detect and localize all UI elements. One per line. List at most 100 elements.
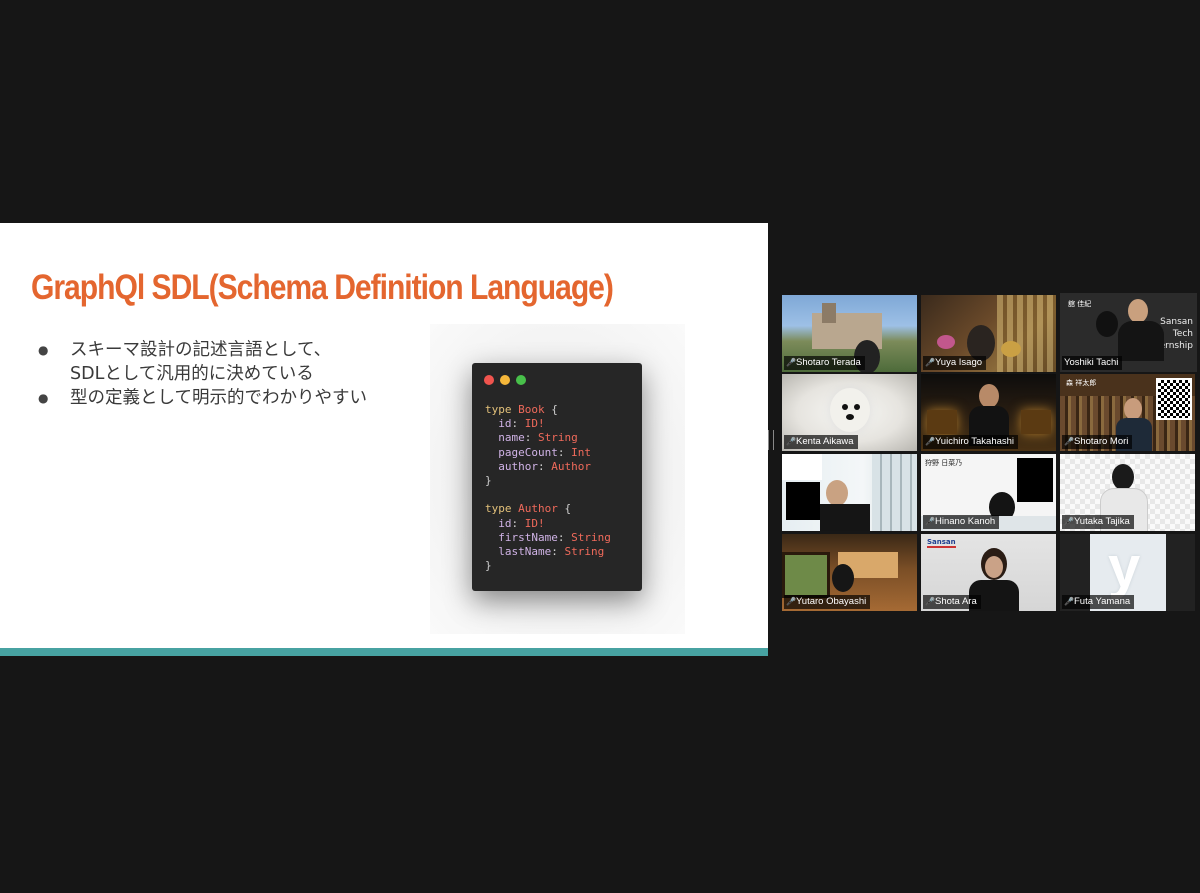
mic-muted-icon: 🎤 xyxy=(925,358,935,367)
slide-title: GraphQl SDL(Schema Definition Language) xyxy=(31,268,614,307)
participant-name-tag: 🎤 Hinano Kanoh xyxy=(923,515,1000,529)
code-window: type Book { id: ID! name: String pageCou… xyxy=(472,363,642,591)
code-token: Int xyxy=(571,445,591,459)
participant-name: Shotaro Mori xyxy=(1074,436,1129,447)
video-tile-active-speaker[interactable]: 舘 佳紀 Sansan Tech ernship Yoshiki Tachi xyxy=(1060,293,1197,372)
participant-name-tag: 🎤 Yutaka Tajika xyxy=(1062,515,1134,529)
graphql-code-block: type Book { id: ID! name: String pageCou… xyxy=(485,403,611,573)
mic-muted-icon: 🎤 xyxy=(1064,437,1074,446)
participant-name: Futa Yamana xyxy=(1074,596,1131,607)
code-token: pageCount xyxy=(498,445,558,459)
panel-resize-handle[interactable] xyxy=(768,430,774,450)
code-token: ID! xyxy=(524,417,545,431)
code-token: String xyxy=(564,545,605,559)
participant-name-tag: 🎤 Shotaro Terada xyxy=(784,356,865,370)
participant-name-tag: 🎤 Kenta Aikawa xyxy=(784,435,858,449)
participant-name: Yutaka Tajika xyxy=(1074,516,1130,527)
participant-name: Yuichiro Takahashi xyxy=(935,436,1015,447)
participant-name: Yoshiki Tachi xyxy=(1064,357,1119,368)
code-token: id xyxy=(498,516,512,530)
video-tile[interactable]: 🎤 Yutaro Obayashi xyxy=(782,534,917,611)
video-tile[interactable]: y 🎤 Futa Yamana xyxy=(1060,534,1195,611)
video-feed xyxy=(782,454,917,531)
video-tile[interactable]: 🎤 Yutaka Tajika xyxy=(1060,454,1195,531)
code-token: Author xyxy=(518,502,558,516)
virtual-bg-text: 狩野 日菜乃 xyxy=(925,459,963,467)
video-tile[interactable]: 🎤 Yuya Isago xyxy=(921,295,1056,372)
virtual-bg-text: Tech xyxy=(1172,329,1193,339)
code-token: Book xyxy=(518,403,545,416)
mic-muted-icon: 🎤 xyxy=(1064,597,1074,606)
code-token: : xyxy=(551,545,565,559)
minimize-dot-icon xyxy=(500,375,510,385)
code-token: : xyxy=(538,459,552,473)
video-tile[interactable]: Sansan 🎤 Shota Ara xyxy=(921,534,1056,611)
participant-name-tag: 🎤 Yuichiro Takahashi xyxy=(923,435,1019,449)
maximize-dot-icon xyxy=(516,375,526,385)
code-token: : xyxy=(557,445,572,459)
video-tile[interactable]: 森 祥太郎 🎤 Shotaro Mori xyxy=(1060,374,1195,451)
code-token: id xyxy=(498,417,512,431)
participant-name-tag: 🎤 Shota Ara xyxy=(923,595,981,609)
mic-muted-icon: 🎤 xyxy=(1064,517,1074,526)
code-token: : xyxy=(557,530,572,544)
mic-muted-icon: 🎤 xyxy=(925,517,935,526)
participant-name: Hinano Kanoh xyxy=(935,516,996,527)
code-token: String xyxy=(538,431,578,445)
virtual-bg-text: Sansan xyxy=(927,538,956,548)
video-tile[interactable]: 🎤 Shotaro Terada xyxy=(782,295,917,372)
code-token: ID! xyxy=(524,516,545,530)
code-token: type xyxy=(485,403,512,416)
mic-muted-icon: 🎤 xyxy=(786,597,796,606)
participant-name: Yuya Isago xyxy=(935,357,983,368)
mic-muted-icon: 🎤 xyxy=(786,358,796,367)
participant-name-tag: 🎤 Yutaro Obayashi xyxy=(784,595,871,609)
virtual-bg-text: 森 祥太郎 xyxy=(1066,379,1097,387)
participant-name-tag: 🎤 Shotaro Mori xyxy=(1062,435,1133,449)
participant-name-tag: Yoshiki Tachi xyxy=(1062,356,1123,370)
video-tile[interactable]: 🎤 Yuichiro Takahashi xyxy=(921,374,1056,451)
slide-bullet: 型の定義として明示的でわかりやすい xyxy=(38,386,367,410)
participant-name: Kenta Aikawa xyxy=(796,436,854,447)
avatar-letter: y xyxy=(1108,535,1141,600)
code-token: name xyxy=(498,431,525,445)
code-token: : xyxy=(511,417,525,431)
slide-bullet-list: スキーマ設計の記述言語として、 SDLとして汎用的に決めている 型の定義として明… xyxy=(38,338,367,410)
virtual-bg-text: ernship xyxy=(1159,341,1193,351)
slide-footer-bar xyxy=(0,648,768,656)
participant-name: Shota Ara xyxy=(935,596,977,607)
code-token: String xyxy=(571,530,611,544)
video-tile[interactable]: 🎤 Kenta Aikawa xyxy=(782,374,917,451)
code-token: author xyxy=(498,459,538,473)
code-token: Author xyxy=(551,459,591,473)
mic-muted-icon: 🎤 xyxy=(925,437,935,446)
code-token: firstName xyxy=(498,530,558,544)
code-token: } xyxy=(485,559,492,573)
close-dot-icon xyxy=(484,375,494,385)
code-token: } xyxy=(485,474,492,488)
qr-code-icon xyxy=(1156,378,1192,420)
code-token: : xyxy=(524,431,538,445)
video-tile[interactable]: 狩野 日菜乃 🎤 Hinano Kanoh xyxy=(921,454,1056,531)
participant-name: Shotaro Terada xyxy=(796,357,861,368)
mic-muted-icon: 🎤 xyxy=(925,597,935,606)
code-token: { xyxy=(544,403,558,416)
code-token: : xyxy=(511,516,525,530)
video-tile[interactable] xyxy=(782,454,917,531)
virtual-bg-text: Sansan xyxy=(1160,317,1193,327)
participant-name-tag: 🎤 Futa Yamana xyxy=(1062,595,1135,609)
participant-name-tag: 🎤 Yuya Isago xyxy=(923,356,987,370)
code-token: type xyxy=(485,502,512,516)
participant-name: Yutaro Obayashi xyxy=(796,596,867,607)
code-token: lastName xyxy=(498,545,552,559)
mic-muted-icon: 🎤 xyxy=(786,437,796,446)
virtual-bg-text: 舘 佳紀 xyxy=(1068,300,1092,308)
slide-bullet: スキーマ設計の記述言語として、 SDLとして汎用的に決めている xyxy=(38,338,367,386)
